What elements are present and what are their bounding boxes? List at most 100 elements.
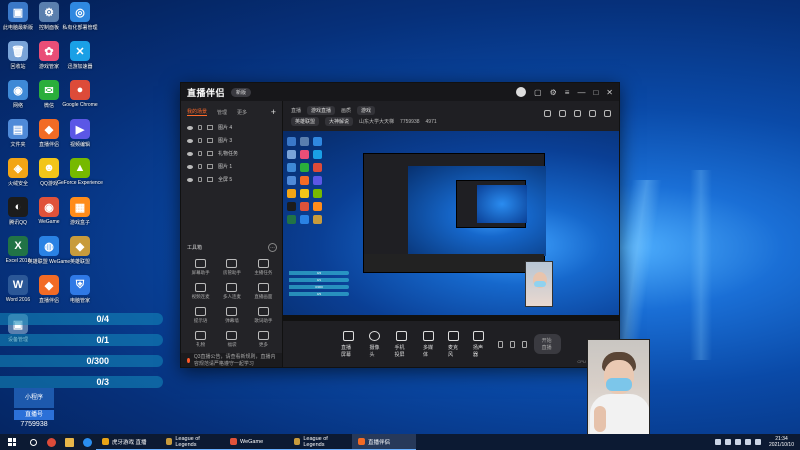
- scene-item[interactable]: 图片 3: [181, 134, 282, 147]
- scene-item[interactable]: 图片 4: [181, 121, 282, 134]
- desktop-icon[interactable]: ▤ 文件夹: [1, 119, 35, 153]
- desktop-icon[interactable]: ✉ 微信: [32, 80, 66, 114]
- edge-icon[interactable]: [78, 434, 96, 450]
- camera-toggle-icon[interactable]: [497, 340, 503, 348]
- add-scene-icon[interactable]: +: [271, 107, 276, 117]
- desktop-icon[interactable]: ◆ 直播伴侣: [32, 119, 66, 153]
- desktop-icon[interactable]: ▶ 视频编辑: [63, 119, 97, 153]
- user-avatar[interactable]: [516, 87, 527, 97]
- version-badge[interactable]: 新版: [231, 87, 252, 97]
- explorer-icon[interactable]: [60, 434, 78, 450]
- scene-item[interactable]: 全屏 5: [181, 173, 282, 186]
- sidebar-tab[interactable]: 管理: [217, 109, 227, 116]
- clock[interactable]: 21:34 2021/10/10: [769, 436, 794, 448]
- desktop-icon[interactable]: ◍ 英雄联盟 WeGame: [28, 236, 70, 270]
- desktop-icon[interactable]: ◎ 私有化部署管理: [63, 2, 98, 36]
- microphone-button[interactable]: 麦克风: [447, 330, 459, 358]
- desktop-icon[interactable]: ▲ GeForce Experience: [57, 158, 103, 192]
- close-icon[interactable]: ✕: [606, 88, 613, 97]
- stream-info-field[interactable]: 游戏: [357, 106, 376, 115]
- maximize-icon[interactable]: □: [593, 88, 598, 97]
- minimize-icon[interactable]: —: [577, 88, 585, 97]
- share-icon[interactable]: [604, 110, 611, 117]
- toolbox-item[interactable]: 歌词助手: [248, 307, 279, 324]
- stream-preview[interactable]: 0/4 0/1 0/300 0/3: [283, 131, 619, 321]
- lock-icon[interactable]: [198, 151, 202, 156]
- taskbar-task[interactable]: 直播伴侣: [352, 434, 416, 450]
- lock-icon[interactable]: [198, 138, 202, 143]
- network-icon[interactable]: [734, 439, 741, 445]
- eye-icon[interactable]: [187, 177, 193, 182]
- tray-icon[interactable]: [724, 439, 731, 445]
- scene-item[interactable]: 图片 1: [181, 160, 282, 173]
- toolbox-item[interactable]: 提示语: [185, 307, 216, 324]
- window-titlebar[interactable]: 直播伴侣 新版 ▢ ⚙ ≡ — □ ✕: [181, 83, 619, 101]
- eye-icon[interactable]: [187, 125, 193, 130]
- sidebar-tab[interactable]: 我的场景: [187, 108, 208, 116]
- notice-bar[interactable]: Q3直播公告，请查看新规则，直播内容规范请严格遵守一起学习: [181, 353, 282, 367]
- ime-icon[interactable]: [754, 439, 761, 445]
- toolbox-item[interactable]: 房管助手: [216, 259, 247, 276]
- desktop-icon[interactable]: ▦ 游戏盒子: [63, 197, 97, 231]
- gift-icon[interactable]: [544, 110, 551, 117]
- message-icon[interactable]: ▢: [534, 88, 542, 97]
- toolbox-item[interactable]: 屏幕助手: [185, 259, 216, 276]
- go-live-button[interactable]: 开始直播: [533, 334, 561, 354]
- toolbox-item[interactable]: 主播任务: [248, 259, 279, 276]
- toolbox-item[interactable]: 多人连麦: [216, 283, 247, 300]
- desktop-icon[interactable]: ◉ WeGame: [32, 197, 66, 231]
- start-button[interactable]: [0, 434, 24, 450]
- desktop-icon[interactable]: ⛨ 电脑管家: [63, 275, 97, 309]
- desktop-icon[interactable]: ◆ 直播伴侣: [32, 275, 66, 309]
- record-icon[interactable]: [509, 340, 515, 348]
- search-icon[interactable]: [24, 434, 42, 450]
- toolbox-more-icon[interactable]: …: [268, 243, 277, 252]
- toolbox-item[interactable]: 视频连麦: [185, 283, 216, 300]
- share-screen-icon[interactable]: [559, 110, 566, 117]
- camera-button[interactable]: 摄像头: [369, 330, 381, 358]
- eye-icon[interactable]: [187, 151, 193, 156]
- desktop-icon[interactable]: ▣ 此电脑最新版: [1, 2, 35, 36]
- eye-icon[interactable]: [187, 164, 193, 169]
- desktop-icon[interactable]: ✕ 迅游加速器: [63, 41, 97, 75]
- desktop-icon[interactable]: ◐ 腾讯QQ: [1, 197, 35, 231]
- sidebar-tab[interactable]: 更多: [237, 109, 247, 116]
- desktop-icon[interactable]: ◆ 英雄联盟: [63, 236, 97, 270]
- taskbar-task[interactable]: 虎牙游戏 直播: [96, 434, 160, 450]
- desktop-icon[interactable]: ◈ 火绒安全: [1, 158, 35, 192]
- stream-info-field[interactable]: 游戏直播: [307, 106, 336, 115]
- bell-icon[interactable]: [589, 110, 596, 117]
- toolbox-item[interactable]: 更多: [248, 331, 279, 348]
- desktop-icon[interactable]: ◉ 网络: [1, 80, 35, 114]
- settings-icon[interactable]: ⚙: [550, 88, 557, 97]
- lock-icon[interactable]: [198, 177, 202, 182]
- stream-info-tag[interactable]: 大神解说: [325, 117, 354, 126]
- volume-icon[interactable]: [744, 439, 751, 445]
- desktop-icon[interactable]: ⚙ 控制面板: [32, 2, 66, 36]
- scene-item[interactable]: 礼物任务: [181, 147, 282, 160]
- taskbar-task[interactable]: League of Legends: [160, 434, 224, 450]
- desktop-icon[interactable]: 🗑 回收站: [1, 41, 35, 75]
- gear-icon[interactable]: [521, 340, 527, 348]
- taskbar-task[interactable]: WeGame: [224, 434, 288, 450]
- media-button[interactable]: 多媒体: [422, 330, 434, 358]
- menu-icon[interactable]: ≡: [565, 88, 570, 97]
- phone-cast-button[interactable]: 手机投屏: [394, 330, 408, 358]
- stream-info-tag[interactable]: 英雄联盟: [291, 117, 320, 126]
- lock-icon[interactable]: [198, 164, 202, 169]
- tray-icon[interactable]: [714, 439, 721, 445]
- desktop-icon[interactable]: ☻ QQ游戏: [32, 158, 66, 192]
- toolbox-item[interactable]: 直播画面: [248, 283, 279, 300]
- speaker-button[interactable]: 扬声器: [472, 330, 484, 358]
- chrome-icon[interactable]: [42, 434, 60, 450]
- desktop-icon[interactable]: W Word 2016: [1, 275, 35, 309]
- toolbox-item[interactable]: 福袋: [216, 331, 247, 348]
- toolbox-item[interactable]: 礼物: [185, 331, 216, 348]
- desktop-icon[interactable]: ✿ 游戏管家: [32, 41, 66, 75]
- lock-icon[interactable]: [574, 110, 581, 117]
- screen-capture-button[interactable]: 直播屏幕: [341, 330, 355, 358]
- lock-icon[interactable]: [198, 125, 202, 130]
- toolbox-item[interactable]: 弹幕墙: [216, 307, 247, 324]
- taskbar-task[interactable]: League of Legends: [288, 434, 352, 450]
- eye-icon[interactable]: [187, 138, 193, 143]
